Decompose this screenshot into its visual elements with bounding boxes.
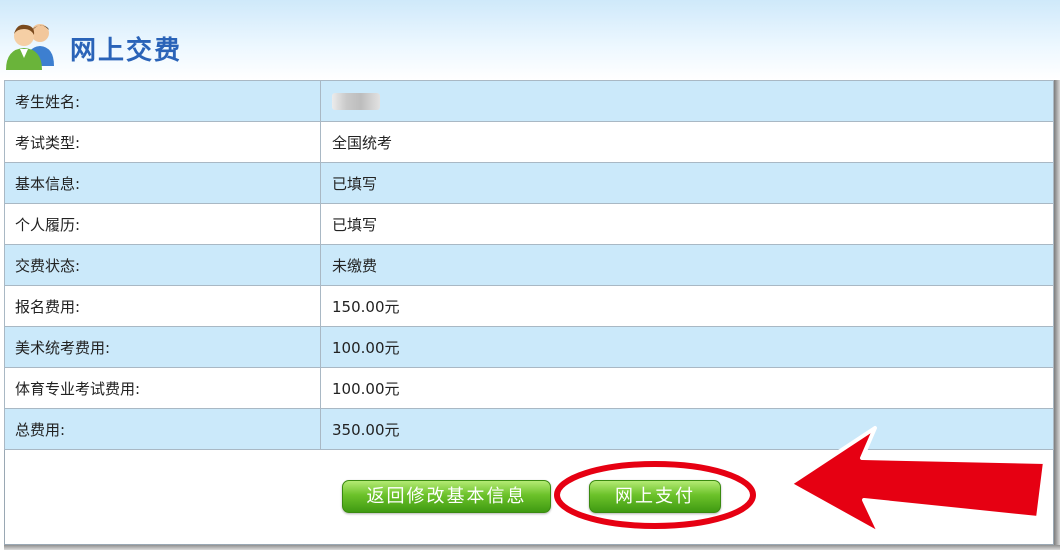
row-label: 交费状态: [4, 244, 321, 286]
page-title: 网上交费 [70, 36, 183, 66]
frame-shadow-right [1054, 80, 1060, 550]
fee-info-table: 考生姓名: 考试类型: 全国统考 基本信息: 已填写 个人履历: 已填写 交费状… [4, 80, 1054, 450]
back-edit-info-button[interactable]: 返回修改基本信息 [342, 480, 551, 513]
table-row: 考生姓名: [4, 80, 1054, 122]
red-arrow-icon [788, 426, 1047, 536]
highlight-ellipse [554, 461, 756, 529]
row-label: 个人履历: [4, 203, 321, 245]
redacted-name [332, 93, 380, 110]
row-label: 报名费用: [4, 285, 321, 327]
row-label: 总费用: [4, 408, 321, 450]
table-row: 基本信息: 已填写 [4, 162, 1054, 204]
row-value: 已填写 [320, 162, 1054, 204]
row-value: 100.00元 [320, 367, 1054, 409]
row-value: 100.00元 [320, 326, 1054, 368]
table-row: 个人履历: 已填写 [4, 203, 1054, 245]
table-row: 考试类型: 全国统考 [4, 121, 1054, 163]
frame-shadow-bottom [4, 545, 1060, 550]
users-icon [6, 24, 54, 70]
table-row: 交费状态: 未缴费 [4, 244, 1054, 286]
row-value: 150.00元 [320, 285, 1054, 327]
row-label: 美术统考费用: [4, 326, 321, 368]
row-label: 体育专业考试费用: [4, 367, 321, 409]
row-label: 基本信息: [4, 162, 321, 204]
row-value: 已填写 [320, 203, 1054, 245]
row-value: 全国统考 [320, 121, 1054, 163]
table-row: 美术统考费用: 100.00元 [4, 326, 1054, 368]
row-value: 未缴费 [320, 244, 1054, 286]
page-header: 网上交费 [0, 0, 1060, 80]
table-row: 报名费用: 150.00元 [4, 285, 1054, 327]
row-label: 考试类型: [4, 121, 321, 163]
row-value [320, 80, 1054, 122]
row-label: 考生姓名: [4, 80, 321, 122]
table-row: 体育专业考试费用: 100.00元 [4, 367, 1054, 409]
